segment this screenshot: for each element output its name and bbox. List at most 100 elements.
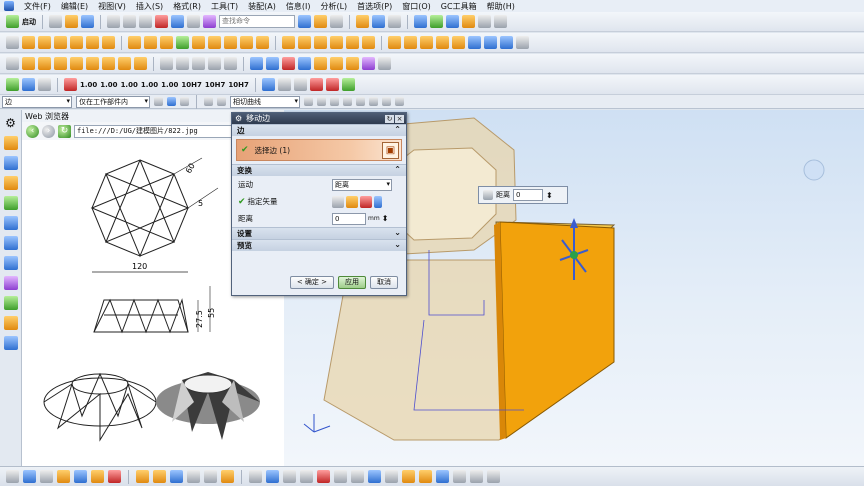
- parallel-icon[interactable]: [176, 57, 189, 70]
- views-icon[interactable]: [494, 15, 507, 28]
- copy-icon[interactable]: [123, 15, 136, 28]
- more-icon[interactable]: [516, 36, 529, 49]
- boss-icon[interactable]: [144, 36, 157, 49]
- revolve-icon[interactable]: [38, 36, 51, 49]
- background-icon[interactable]: [478, 15, 491, 28]
- menu-help[interactable]: 帮助(H): [487, 1, 515, 12]
- tolerance-label-1[interactable]: 10H7: [181, 81, 201, 89]
- start-icon[interactable]: [6, 15, 19, 28]
- menu-file[interactable]: 文件(F): [24, 1, 51, 12]
- chamfer-icon[interactable]: [298, 36, 311, 49]
- settings-gear-icon[interactable]: ⚙: [5, 116, 16, 130]
- follow-chain-icon[interactable]: [304, 97, 313, 106]
- menu-window[interactable]: 窗口(O): [402, 1, 431, 12]
- select-all-icon[interactable]: [167, 97, 176, 106]
- subtract-icon[interactable]: [240, 36, 253, 49]
- section-preview[interactable]: 预览: [232, 239, 406, 251]
- fillet-icon[interactable]: [317, 470, 330, 483]
- triangle-icon[interactable]: [277, 78, 291, 91]
- extend-icon[interactable]: [204, 470, 217, 483]
- paste-icon[interactable]: [139, 15, 152, 28]
- ellipse-icon[interactable]: [334, 470, 347, 483]
- cone-icon[interactable]: [86, 36, 99, 49]
- part-icon[interactable]: [6, 57, 19, 70]
- shaded-icon[interactable]: [462, 15, 475, 28]
- distance-input[interactable]: 0: [332, 212, 366, 225]
- edge-blend-icon[interactable]: [282, 36, 295, 49]
- through-curves-icon[interactable]: [484, 36, 497, 49]
- project-curve-icon[interactable]: [346, 57, 359, 70]
- scale-body-icon[interactable]: [436, 36, 449, 49]
- reattach-icon[interactable]: [40, 470, 53, 483]
- vector-cancel-icon[interactable]: [332, 195, 344, 208]
- geometric-constraint-icon[interactable]: [453, 470, 466, 483]
- save-icon[interactable]: [81, 15, 94, 28]
- undo-icon[interactable]: [171, 15, 184, 28]
- gdt-icon[interactable]: [293, 78, 307, 91]
- make-corner-icon[interactable]: [436, 470, 449, 483]
- tolerance-label-3[interactable]: 10H7: [228, 81, 248, 89]
- conic-icon[interactable]: [351, 470, 364, 483]
- sketch-finish-icon[interactable]: [6, 470, 19, 483]
- snap-center-icon[interactable]: [317, 97, 326, 106]
- redo-icon[interactable]: [187, 15, 200, 28]
- wcs-icon[interactable]: [388, 15, 401, 28]
- start-button[interactable]: 启动: [22, 17, 36, 27]
- offset-icon[interactable]: [153, 470, 166, 483]
- filter-icon[interactable]: [154, 97, 163, 106]
- system-materials-icon[interactable]: [3, 296, 18, 310]
- type-filter-select[interactable]: 边: [2, 95, 72, 108]
- command-search-input[interactable]: 查找命令: [219, 15, 295, 28]
- block-icon[interactable]: [54, 36, 67, 49]
- trim-icon[interactable]: [187, 470, 200, 483]
- offset-region-icon[interactable]: [54, 57, 67, 70]
- spin-icon[interactable]: ⬍: [382, 214, 389, 223]
- snap-pole-icon[interactable]: [382, 97, 391, 106]
- thicken-icon[interactable]: [452, 36, 465, 49]
- menu-insert[interactable]: 插入(S): [136, 1, 163, 12]
- split-body-icon[interactable]: [404, 36, 417, 49]
- snap-existing-point-icon[interactable]: [369, 97, 378, 106]
- reuse-library-icon[interactable]: [3, 196, 18, 210]
- constraint-icon[interactable]: [74, 470, 87, 483]
- move-face-icon[interactable]: [22, 57, 35, 70]
- section-edge[interactable]: 边: [232, 124, 406, 136]
- mirror-curve-icon[interactable]: [170, 470, 183, 483]
- menu-tools[interactable]: 工具(T): [211, 1, 238, 12]
- dialog-settings-icon[interactable]: ⚙: [235, 114, 242, 123]
- menu-assembly[interactable]: 装配(A): [248, 1, 276, 12]
- arc-icon[interactable]: [282, 57, 295, 70]
- sketch-icon[interactable]: [6, 36, 19, 49]
- snap-point-on-curve-icon[interactable]: [356, 97, 365, 106]
- curve-icon[interactable]: [250, 57, 263, 70]
- mirror-icon[interactable]: [362, 36, 375, 49]
- groove-icon[interactable]: [208, 36, 221, 49]
- rectangle-icon[interactable]: [283, 470, 296, 483]
- derived-line-icon[interactable]: [385, 470, 398, 483]
- motion-type-icon[interactable]: [483, 190, 493, 200]
- command-finder-icon[interactable]: [203, 15, 216, 28]
- point-icon[interactable]: [249, 470, 262, 483]
- cylinder-icon[interactable]: [70, 36, 83, 49]
- menu-preferences[interactable]: 首选项(P): [357, 1, 392, 12]
- diameter-icon[interactable]: [309, 78, 323, 91]
- scope-select[interactable]: 仅在工作部件内: [76, 95, 150, 108]
- menu-analysis[interactable]: 分析(L): [320, 1, 347, 12]
- dimension-icon[interactable]: [91, 470, 104, 483]
- part-navigator-icon[interactable]: [3, 176, 18, 190]
- select-edge-row[interactable]: ✔ 选择边 (1) ▣: [236, 139, 402, 161]
- snap-intersection-icon[interactable]: [343, 97, 352, 106]
- replace-face-icon[interactable]: [70, 57, 83, 70]
- spline-icon[interactable]: [314, 57, 327, 70]
- datum-icon[interactable]: [64, 78, 77, 91]
- resize-blend-icon[interactable]: [86, 57, 99, 70]
- process-studio-icon[interactable]: [3, 316, 18, 330]
- on-screen-distance-input[interactable]: 0: [513, 189, 543, 201]
- constraint-navigator-icon[interactable]: [3, 156, 18, 170]
- cut-icon[interactable]: [107, 15, 120, 28]
- pull-face-icon[interactable]: [38, 57, 51, 70]
- curve-rule-select[interactable]: 相切曲线: [230, 95, 300, 108]
- select-icon[interactable]: [372, 15, 385, 28]
- new-icon[interactable]: [49, 15, 62, 28]
- unite-icon[interactable]: [224, 36, 237, 49]
